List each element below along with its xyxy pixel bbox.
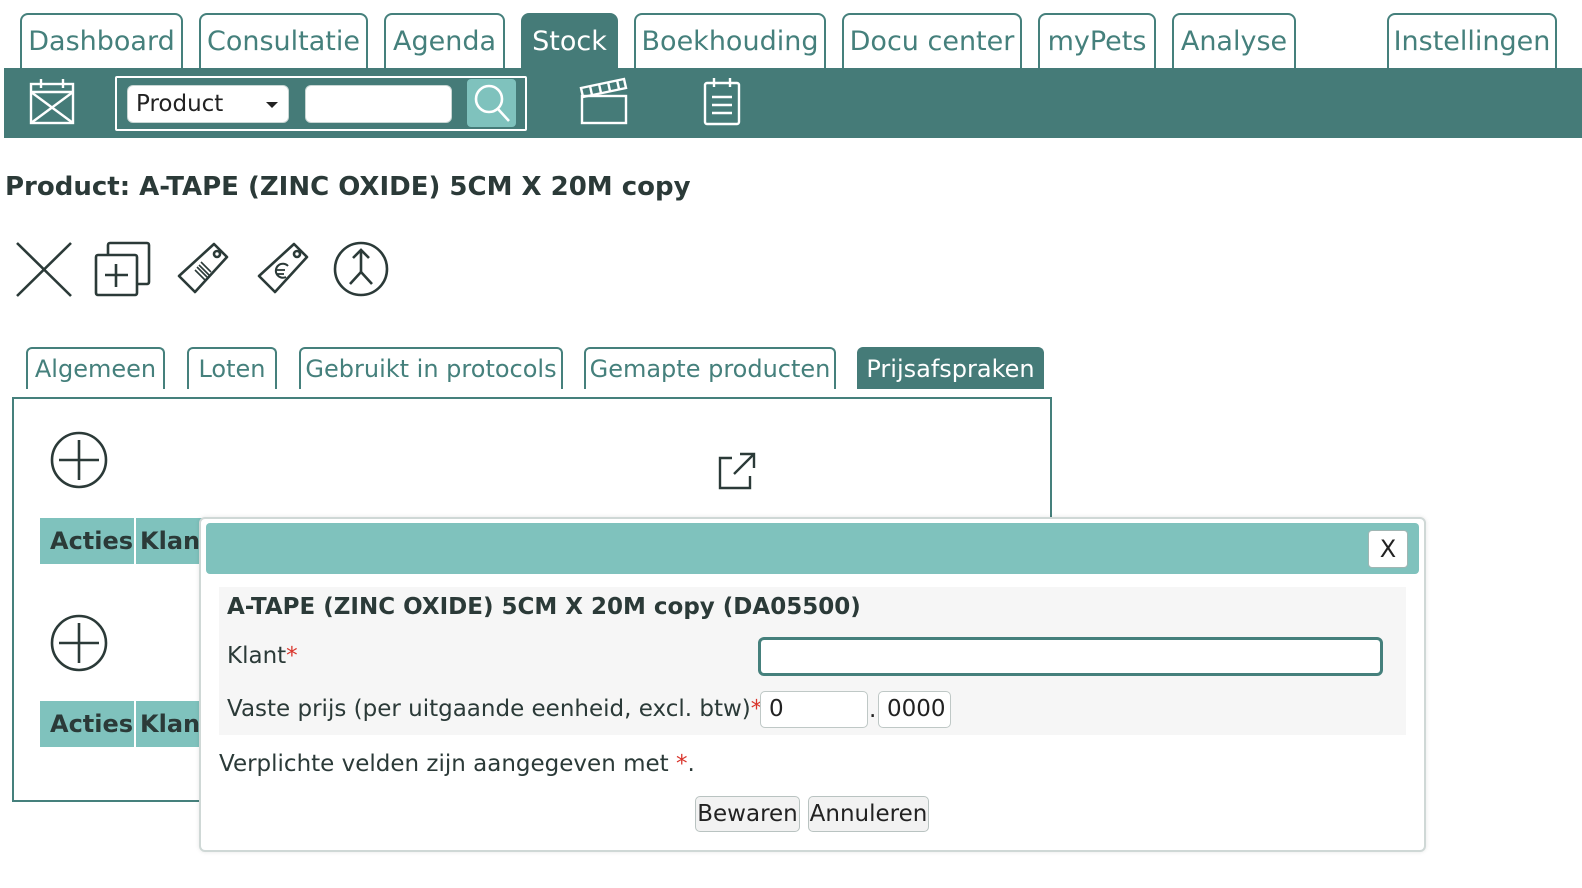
dialog-product-heading: A-TAPE (ZINC OXIDE) 5CM X 20M copy (DA05…	[227, 594, 861, 620]
required-marker: *	[286, 643, 298, 669]
dialog-close-button[interactable]: X	[1368, 530, 1408, 568]
tab-dashboard[interactable]: Dashboard	[20, 13, 183, 70]
page-title: Product: A-TAPE (ZINC OXIDE) 5CM X 20M c…	[5, 172, 691, 202]
decimal-separator: .	[869, 697, 877, 723]
subtab-loten[interactable]: Loten	[187, 347, 277, 389]
delete-x-icon[interactable]	[14, 240, 74, 298]
subtab-gebruikt-in-protocols[interactable]: Gebruikt in protocols	[299, 347, 563, 389]
column-header-acties: Acties	[50, 527, 134, 555]
tab-consultatie[interactable]: Consultatie	[199, 13, 368, 70]
table-header-row: Acties Klant	[40, 701, 210, 747]
subtab-gemapte-producten[interactable]: Gemapte producten	[584, 347, 836, 389]
duplicate-icon[interactable]	[94, 240, 152, 298]
tab-stock[interactable]: Stock	[521, 13, 618, 70]
vaste-prijs-label: Vaste prijs (per uitgaande eenheid, excl…	[227, 696, 763, 722]
add-circle-icon[interactable]	[49, 430, 109, 490]
search-type-select[interactable]: Product	[127, 85, 289, 123]
chevron-down-icon	[266, 102, 278, 108]
clipboard-icon[interactable]	[701, 76, 743, 126]
required-fields-note: Verplichte velden zijn aangegeven met *.	[219, 751, 695, 777]
dialog-header[interactable]	[206, 523, 1419, 574]
tab-boekhouding[interactable]: Boekhouding	[634, 13, 826, 70]
calendar-x-icon[interactable]	[27, 77, 77, 127]
tab-docu-center[interactable]: Docu center	[842, 13, 1022, 70]
klant-label: Klant*	[227, 643, 298, 669]
external-link-icon[interactable]	[716, 450, 758, 492]
subtab-algemeen[interactable]: Algemeen	[26, 347, 165, 389]
search-button[interactable]	[467, 79, 516, 127]
klant-input[interactable]	[758, 637, 1383, 676]
euro-tag-icon[interactable]	[254, 240, 312, 298]
barcode-tag-icon[interactable]	[174, 240, 232, 298]
save-button[interactable]: Bewaren	[695, 796, 800, 832]
search-input[interactable]	[305, 85, 452, 123]
price-decimal-input[interactable]: 0000	[878, 691, 951, 728]
subtab-prijsafspraken[interactable]: Prijsafspraken	[857, 347, 1044, 389]
price-integer-input[interactable]: 0	[760, 691, 868, 728]
add-circle-icon[interactable]	[49, 613, 109, 673]
clapperboard-icon[interactable]	[578, 76, 630, 126]
column-header-acties: Acties	[50, 710, 134, 738]
tab-agenda[interactable]: Agenda	[384, 13, 505, 70]
main-navigation: Dashboard Consultatie Agenda Stock Boekh…	[0, 0, 1582, 70]
cancel-button[interactable]: Annuleren	[808, 796, 929, 832]
search-icon	[474, 84, 510, 122]
table-header-row: Acties Klant	[40, 518, 210, 564]
merge-icon[interactable]	[331, 240, 391, 298]
tab-mypets[interactable]: myPets	[1038, 13, 1156, 70]
tab-analyse[interactable]: Analyse	[1172, 13, 1296, 70]
search-type-value: Product	[136, 91, 224, 117]
tab-instellingen[interactable]: Instellingen	[1387, 13, 1557, 70]
